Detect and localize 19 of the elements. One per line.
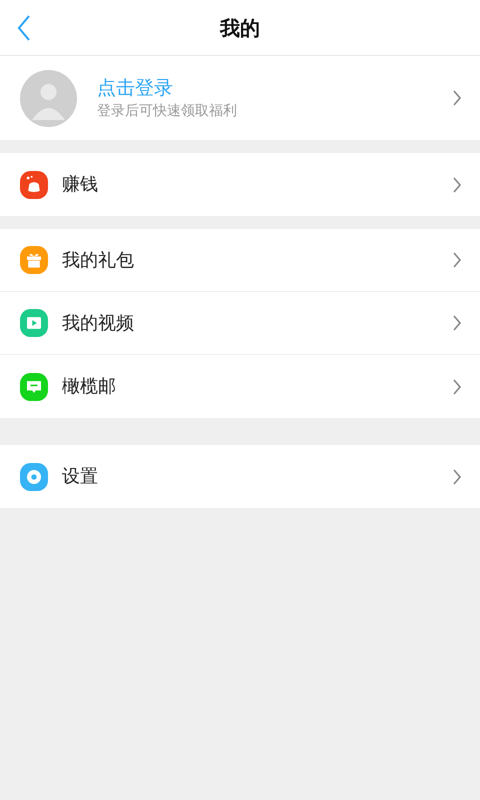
- menu-label: 橄榄邮: [62, 375, 117, 399]
- menu-label: 赚钱: [62, 173, 99, 197]
- menu-item[interactable]: 我的视频: [0, 292, 480, 355]
- login-hint: 登录后可快速领取福利: [97, 102, 238, 121]
- menu-label: 我的视频: [62, 312, 135, 336]
- avatar-icon: [20, 70, 77, 126]
- page-title: 我的: [220, 14, 260, 42]
- menu-label: 设置: [62, 465, 99, 489]
- menu-item[interactable]: 赚钱: [0, 153, 480, 216]
- chevron-right-icon: [452, 315, 462, 331]
- chevron-right-icon: [452, 378, 462, 394]
- menu-item[interactable]: 橄榄邮: [0, 355, 480, 418]
- chevron-right-icon: [452, 468, 462, 484]
- menu-item[interactable]: 我的礼包: [0, 229, 480, 292]
- chevron-right-icon: [452, 90, 462, 106]
- menu-item[interactable]: 设置: [0, 445, 480, 508]
- menu-label: 我的礼包: [62, 248, 135, 272]
- chevron-right-icon: [452, 252, 462, 268]
- chevron-right-icon: [452, 176, 462, 192]
